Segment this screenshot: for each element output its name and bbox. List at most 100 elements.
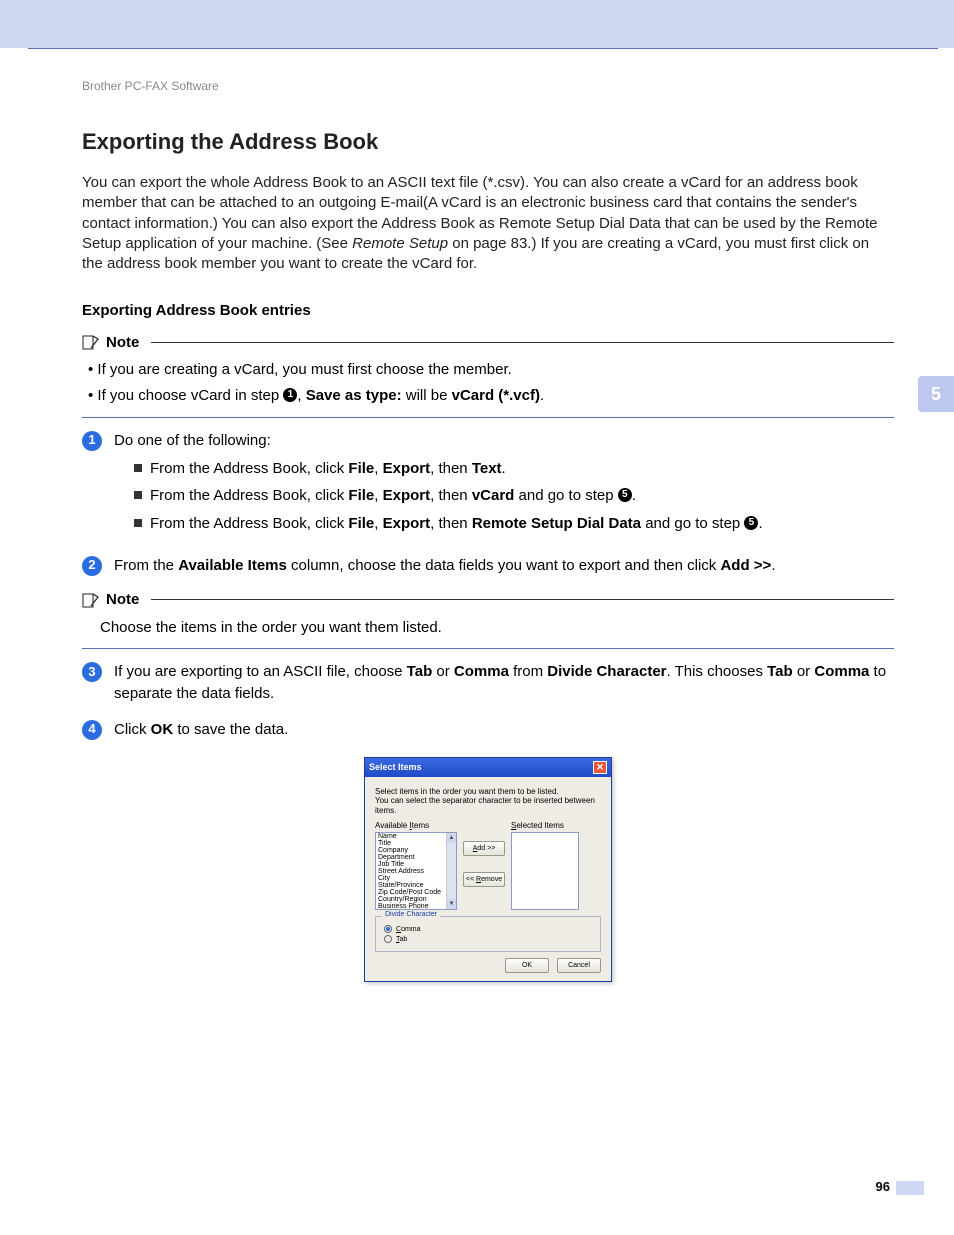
note-header: Note	[82, 333, 894, 351]
s1b-pre: From the Address Book, click	[150, 487, 348, 504]
list-item[interactable]: Country/Region	[378, 896, 441, 903]
s2-c: .	[771, 557, 775, 574]
s3-d: . This chooses	[667, 663, 768, 680]
note1-2b: ,	[297, 387, 305, 404]
note-icon	[82, 591, 100, 609]
step-3: 3 If you are exporting to an ASCII file,…	[82, 661, 894, 705]
note-icon	[82, 333, 100, 351]
note-body-1: If you are creating a vCard, you must fi…	[88, 359, 894, 407]
note1-save: Save as type:	[306, 387, 402, 404]
list-item[interactable]: Street Address	[378, 868, 441, 875]
step-1a: From the Address Book, click File, Expor…	[134, 458, 894, 480]
step-1-lead: Do one of the following:	[114, 430, 894, 452]
step-4: 4 Click OK to save the data.	[82, 719, 894, 741]
s4-ok: OK	[151, 721, 174, 738]
s1b-c2: , then	[430, 487, 472, 504]
transfer-buttons: Add >> << Remove	[463, 841, 505, 887]
s1b-c3: and go to step	[514, 487, 617, 504]
list-item[interactable]: Zip Code/Post Code	[378, 889, 441, 896]
radio-comma[interactable]: Comma	[384, 925, 592, 933]
scroll-up-icon[interactable]: ▲	[447, 833, 456, 843]
radio-tab[interactable]: Tab	[384, 935, 592, 943]
s1a-text: Text	[472, 460, 502, 477]
radio-dot-off-icon	[384, 935, 392, 943]
selected-listbox[interactable]	[511, 832, 579, 910]
dialog-titlebar[interactable]: Select Items ✕	[365, 758, 611, 777]
ok-button[interactable]: OK	[505, 958, 549, 973]
s1c-export: Export	[383, 515, 431, 532]
step-1c: From the Address Book, click File, Expor…	[134, 513, 894, 535]
page-number: 96	[876, 1179, 924, 1195]
available-column: Available Items NameTitleCompanyDepartme…	[375, 821, 457, 910]
s1c-c3: and go to step	[641, 515, 744, 532]
step-4-badge: 4	[82, 720, 102, 740]
s1b-c1: ,	[374, 487, 382, 504]
note-label: Note	[106, 334, 139, 351]
list-item[interactable]: Job Title	[378, 861, 441, 868]
scroll-down-icon[interactable]: ▼	[447, 899, 456, 909]
intro-ref: Remote Setup	[352, 235, 448, 252]
s1a-file: File	[348, 460, 374, 477]
step-1-body: Do one of the following: From the Addres…	[114, 430, 894, 541]
note1-2d: .	[540, 387, 544, 404]
s1b-vcard: vCard	[472, 487, 515, 504]
s1a-end: .	[502, 460, 506, 477]
list-item[interactable]: Business Phone	[378, 903, 441, 910]
s1c-c1: ,	[374, 515, 382, 532]
sel-b: elected Items	[516, 821, 564, 830]
list-item[interactable]: Name	[378, 833, 441, 840]
note-rule	[151, 342, 894, 343]
divide-legend: Divide Character	[382, 911, 440, 918]
s2-a: From the	[114, 557, 178, 574]
step-2-body: From the Available Items column, choose …	[114, 555, 894, 577]
add-button[interactable]: Add >>	[463, 841, 505, 856]
s3-a: If you are exporting to an ASCII file, c…	[114, 663, 407, 680]
s1c-file: File	[348, 515, 374, 532]
remove-button[interactable]: << Remove	[463, 872, 505, 887]
step-3-badge: 3	[82, 662, 102, 682]
list-item[interactable]: Department	[378, 854, 441, 861]
s3-comma2: Comma	[814, 663, 869, 680]
rem-rest: emove	[481, 876, 502, 883]
section-subheading: Exporting Address Book entries	[82, 302, 894, 319]
s1a-export: Export	[383, 460, 431, 477]
note-rule	[151, 599, 894, 600]
page-number-box	[896, 1181, 924, 1195]
list-item[interactable]: City	[378, 875, 441, 882]
note1-vcf: vCard (*.vcf)	[452, 387, 540, 404]
header-bar	[0, 0, 954, 48]
close-icon[interactable]: ✕	[593, 761, 607, 774]
available-listbox[interactable]: NameTitleCompanyDepartmentJob TitleStree…	[375, 832, 457, 910]
s3-c: from	[509, 663, 547, 680]
s3-tab2: Tab	[767, 663, 793, 680]
s4-a: Click	[114, 721, 151, 738]
s3-e: or	[793, 663, 815, 680]
dialog-wrap: Select Items ✕ Select items in the order…	[82, 757, 894, 983]
list-item[interactable]: State/Province	[378, 882, 441, 889]
note-label: Note	[106, 591, 139, 608]
list-item[interactable]: Company	[378, 847, 441, 854]
dialog-desc-2: You can select the separator character t…	[375, 796, 601, 815]
scrollbar[interactable]: ▲ ▼	[446, 833, 456, 909]
list-item[interactable]: Title	[378, 840, 441, 847]
page-title: Exporting the Address Book	[82, 129, 894, 155]
step-1-badge: 1	[82, 431, 102, 451]
s4-b: to save the data.	[173, 721, 288, 738]
s1b-end: .	[632, 487, 636, 504]
s3-tab: Tab	[407, 663, 433, 680]
s3-b: or	[432, 663, 454, 680]
cancel-button[interactable]: Cancel	[557, 958, 601, 973]
note-header-2: Note	[82, 591, 894, 609]
note1-2a: If you choose vCard in step	[97, 387, 283, 404]
s2-add: Add >>	[720, 557, 771, 574]
rc-r: omma	[401, 926, 420, 933]
s2-avail: Available Items	[178, 557, 287, 574]
page-content: Brother PC-FAX Software Exporting the Ad…	[0, 49, 954, 982]
dialog-body: Select items in the order you want them …	[365, 777, 611, 982]
step-3-body: If you are exporting to an ASCII file, c…	[114, 661, 894, 705]
add-rest: dd >>	[477, 845, 495, 852]
s1b-export: Export	[383, 487, 431, 504]
bullet-icon	[134, 519, 142, 527]
intro-paragraph: You can export the whole Address Book to…	[82, 173, 894, 274]
breadcrumb: Brother PC-FAX Software	[82, 79, 894, 93]
